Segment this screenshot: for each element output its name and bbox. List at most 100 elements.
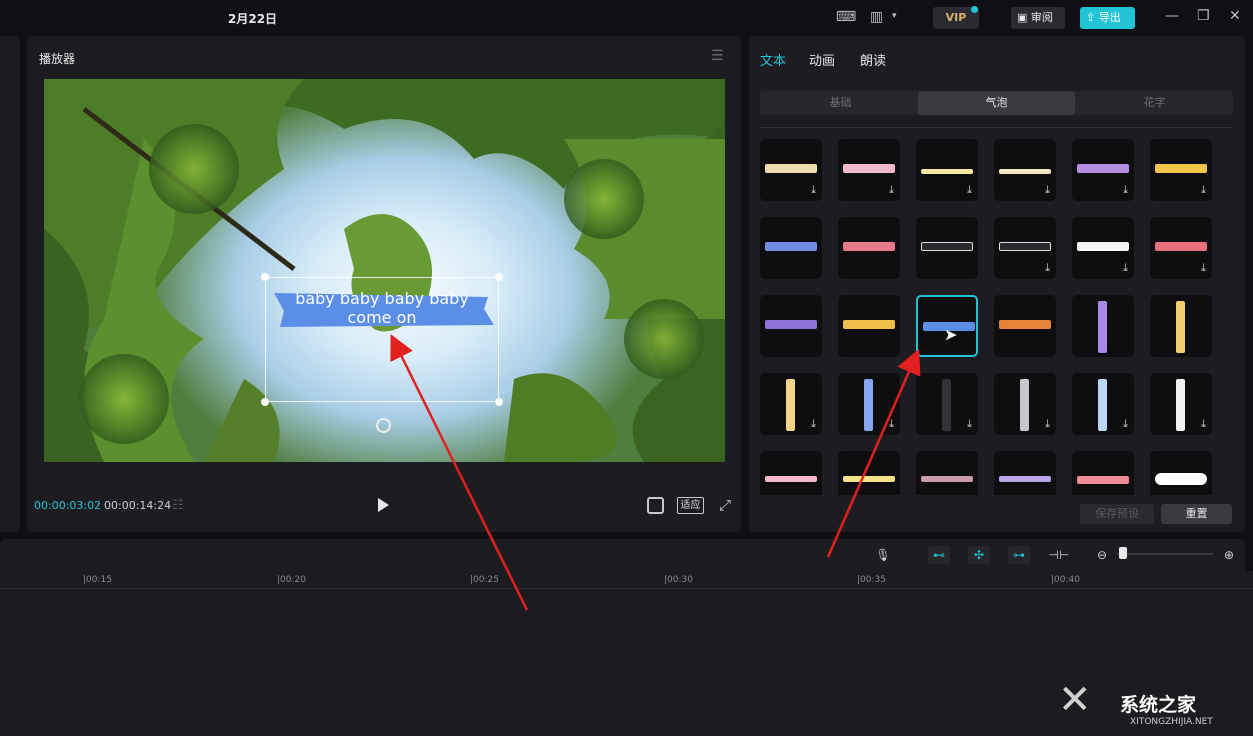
grid-icon[interactable]: ☷ — [172, 498, 184, 513]
menu-icon[interactable]: ☰ — [711, 48, 724, 64]
bubble-preview — [921, 169, 973, 174]
bubble-template[interactable]: ⤓ — [1072, 217, 1134, 279]
zoom-slider[interactable] — [1117, 553, 1213, 555]
zoom-out-icon[interactable]: ⊖ — [1091, 546, 1113, 564]
keyboard-icon[interactable]: ⌨ — [836, 9, 856, 25]
bubble-template[interactable] — [994, 295, 1056, 357]
download-icon[interactable]: ⤓ — [1201, 417, 1206, 431]
bubble-template[interactable]: ⤓ — [1072, 139, 1134, 201]
zoom-slider-handle[interactable] — [1119, 547, 1127, 559]
download-icon[interactable]: ⤓ — [1123, 417, 1128, 431]
bubble-preview — [765, 476, 817, 482]
resize-handle[interactable] — [495, 398, 503, 406]
fullscreen-icon[interactable]: ⤢ — [719, 496, 731, 514]
ruler-tick: |00:30 — [664, 575, 693, 585]
bubble-preview — [1077, 242, 1129, 251]
bubble-preview — [864, 379, 873, 431]
download-icon[interactable]: ⤓ — [811, 183, 816, 197]
subtab-bubble[interactable]: 气泡 — [918, 91, 1075, 115]
bubble-template[interactable] — [916, 217, 978, 279]
tab-text[interactable]: 文本 — [760, 50, 786, 69]
close-icon[interactable]: ✕ — [1229, 8, 1241, 24]
download-icon[interactable]: ⤓ — [1123, 183, 1128, 197]
download-icon[interactable]: ⤓ — [1201, 261, 1206, 275]
export-icon: ⇪ — [1086, 11, 1099, 24]
bubble-template[interactable]: ⤓ — [838, 373, 900, 435]
bubble-preview — [1077, 164, 1129, 173]
subtab-basic[interactable]: 基础 — [762, 91, 919, 115]
chevron-down-icon[interactable]: ▾ — [892, 11, 897, 21]
bubble-template[interactable]: ⤓ — [1072, 451, 1134, 495]
resize-handle[interactable] — [495, 273, 503, 281]
reset-button[interactable]: 重置 — [1161, 504, 1232, 524]
bubble-preview — [1155, 473, 1207, 485]
download-icon[interactable]: ⤓ — [1045, 261, 1050, 275]
minimize-icon[interactable]: — — [1165, 8, 1179, 24]
zoom-in-icon[interactable]: ⊕ — [1218, 546, 1240, 564]
download-icon[interactable]: ⤓ — [1201, 183, 1206, 197]
export-button[interactable]: ⇪ 导出 — [1080, 7, 1135, 29]
tab-animation[interactable]: 动画 — [809, 50, 835, 69]
subtab-fancy-text[interactable]: 花字 — [1076, 91, 1233, 115]
microphone-icon[interactable]: 🎙 — [872, 546, 894, 564]
split-icon[interactable]: ⊣⊢ — [1048, 546, 1070, 564]
bubble-template[interactable] — [1150, 295, 1212, 357]
rotate-icon[interactable] — [376, 418, 391, 433]
bubble-template[interactable] — [838, 295, 900, 357]
save-preset-button[interactable]: 保存预设 — [1080, 504, 1154, 524]
project-title: 2月22日 — [228, 12, 278, 26]
download-icon[interactable]: ⤓ — [889, 183, 894, 197]
download-icon[interactable]: ⤓ — [1045, 183, 1050, 197]
bubble-template[interactable]: ⤓ — [916, 139, 978, 201]
bubble-template[interactable]: ⤓ — [994, 217, 1056, 279]
layout-icon[interactable]: ▥ — [870, 9, 883, 25]
bubble-preview — [921, 242, 973, 251]
fit-button[interactable]: 适应 — [677, 497, 704, 514]
bubble-preview — [999, 169, 1051, 174]
bubble-template[interactable]: ⤓ — [994, 139, 1056, 201]
bubble-preview — [999, 242, 1051, 251]
bubble-template[interactable]: ⤓ — [1150, 451, 1212, 495]
bubble-preview — [921, 476, 973, 482]
crop-icon[interactable] — [647, 497, 664, 514]
download-icon[interactable]: ⤓ — [1045, 417, 1050, 431]
download-icon[interactable]: ⤓ — [1123, 261, 1128, 275]
bubble-template[interactable]: ⤓ — [838, 139, 900, 201]
bubble-template[interactable]: ⤓ — [760, 373, 822, 435]
bubble-template[interactable]: ⤓ — [838, 451, 900, 495]
play-button[interactable] — [378, 498, 389, 512]
bubble-template[interactable]: ⤓ — [760, 139, 822, 201]
download-icon[interactable]: ⤓ — [889, 417, 894, 431]
resize-handle[interactable] — [261, 273, 269, 281]
video-preview[interactable] — [44, 79, 725, 462]
tab-read-aloud[interactable]: 朗读 — [860, 50, 886, 69]
leaves-image — [44, 79, 725, 462]
preview-axis-icon[interactable]: ⊶ — [1008, 546, 1030, 564]
bubble-template[interactable]: ⤓ — [1150, 139, 1212, 201]
bubble-template[interactable]: ⤓ — [1072, 373, 1134, 435]
subtitle-line-1: baby baby baby baby — [295, 289, 469, 308]
resize-handle[interactable] — [261, 398, 269, 406]
bubble-preview — [765, 242, 817, 251]
notification-dot — [971, 6, 978, 13]
bubble-template[interactable]: ⤓ — [916, 373, 978, 435]
auto-snap-icon[interactable]: ⊷ — [928, 546, 950, 564]
download-icon[interactable]: ⤓ — [811, 417, 816, 431]
bubble-template[interactable] — [838, 217, 900, 279]
bubble-template[interactable]: ⤓ — [760, 451, 822, 495]
bubble-template[interactable]: ⤓ — [1150, 217, 1212, 279]
bubble-template[interactable]: ⤓ — [1150, 373, 1212, 435]
maximize-icon[interactable]: ❐ — [1197, 8, 1210, 24]
bubble-template[interactable] — [760, 217, 822, 279]
bubble-template[interactable] — [760, 295, 822, 357]
review-button[interactable]: ▣ 审阅 — [1011, 7, 1065, 29]
bubble-template[interactable]: ⤓ — [916, 451, 978, 495]
download-icon[interactable]: ⤓ — [967, 183, 972, 197]
download-icon[interactable]: ⤓ — [967, 417, 972, 431]
bubble-template-selected[interactable]: ➤ — [916, 295, 978, 357]
bubble-template[interactable] — [1072, 295, 1134, 357]
linkage-icon[interactable]: ✣ — [968, 546, 990, 564]
current-time: 00:00:03:02 — [34, 499, 102, 512]
bubble-template[interactable]: ⤓ — [994, 451, 1056, 495]
bubble-template[interactable]: ⤓ — [994, 373, 1056, 435]
